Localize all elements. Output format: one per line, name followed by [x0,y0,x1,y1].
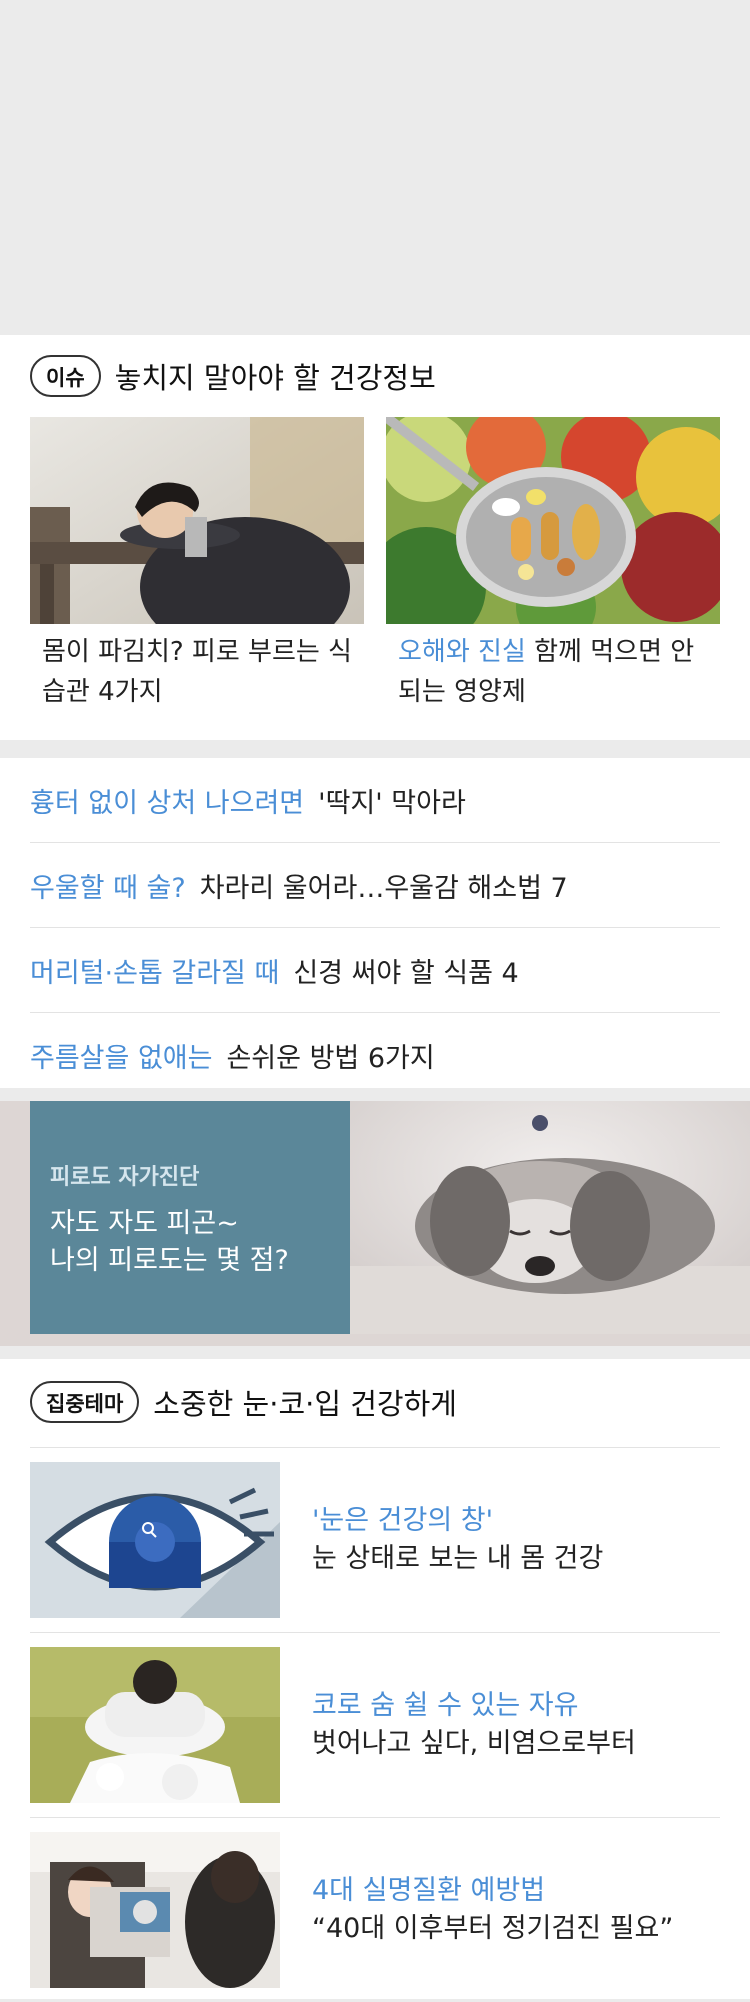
link-highlight: 주름살을 없애는 [30,1042,213,1074]
theme-item-highlight: '눈은 건강의 창' [312,1505,494,1536]
list-item[interactable]: 머리털·손톱 갈라질 때 신경 써야 할 식품 4 [30,928,720,1013]
issue-section: 이슈 놓치지 말아야 할 건강정보 몸이 파김치? 피로 부르는 식습관 4가지… [0,335,750,740]
link-highlight: 머리털·손톱 갈라질 때 [30,957,280,989]
section-divider [0,740,750,758]
theme-item-text: 눈 상태로 보는 내 몸 건강 [312,1543,604,1574]
theme-badge: 집중테마 [30,1381,140,1423]
banner-line-2: 나의 피로도는 몇 점? [50,1245,289,1276]
fatigue-test-banner[interactable]: 피로도 자가진단 자도 자도 피곤~ 나의 피로도는 몇 점? [0,1101,750,1346]
banner-text-box: 피로도 자가진단 자도 자도 피곤~ 나의 피로도는 몇 점? [30,1101,350,1334]
theme-item-eye[interactable]: '눈은 건강의 창' 눈 상태로 보는 내 몸 건강 [30,1447,720,1632]
top-empty-area [0,0,750,335]
section-divider [0,1346,750,1359]
headline-links-section: 흉터 없이 상처 나으려면 '딱지' 막아라 우울할 때 술? 차라리 울어라…… [0,758,750,1088]
issue-card-highlight: 오해와 진실 [398,637,526,667]
banner-line-1: 자도 자도 피곤~ [50,1208,239,1239]
link-highlight: 우울할 때 술? [30,872,186,904]
sleeping-dog-photo [350,1101,750,1334]
list-item[interactable]: 우울할 때 술? 차라리 울어라…우울감 해소법 7 [30,843,720,928]
issue-title: 놓치지 말아야 할 건강정보 [114,361,436,395]
theme-item-nose[interactable]: 코로 숨 쉴 수 있는 자유 벗어나고 싶다, 비염으로부터 [30,1632,720,1817]
list-item[interactable]: 흉터 없이 상처 나으려면 '딱지' 막아라 [30,758,720,843]
issue-badge: 이슈 [30,355,101,397]
theme-item-blindness[interactable]: 4대 실명질환 예방법 “40대 이후부터 정기검진 필요” [30,1817,720,2002]
issue-card-text: 몸이 파김치? 피로 부르는 식습관 4가지 [42,637,352,707]
theme-title: 소중한 눈·코·입 건강하게 [153,1387,457,1421]
link-text: 손쉬운 방법 6가지 [226,1042,435,1074]
tired-woman-photo [30,417,364,624]
theme-item-text: “40대 이후부터 정기검진 필요” [312,1913,674,1944]
theme-item-highlight: 코로 숨 쉴 수 있는 자유 [312,1690,579,1721]
banner-subtitle: 피로도 자가진단 [50,1165,200,1190]
issue-card-fatigue[interactable]: 몸이 파김치? 피로 부르는 식습관 4가지 [30,417,364,712]
link-text: '딱지' 막아라 [318,787,466,819]
link-highlight: 흉터 없이 상처 나으려면 [30,787,305,819]
theme-header: 집중테마 소중한 눈·코·입 건강하게 [30,1381,457,1423]
link-text: 차라리 울어라…우울감 해소법 7 [199,872,568,904]
tissue-person-photo [30,1647,280,1803]
vitamin-spoon-photo [386,417,720,624]
eye-exam-photo [30,1832,280,1988]
issue-card-supplements[interactable]: 오해와 진실 함께 먹으면 안 되는 영양제 [386,417,720,712]
eye-illustration [30,1462,280,1618]
theme-section: 집중테마 소중한 눈·코·입 건강하게 '눈은 건강의 창' 눈 상태로 보는 … [0,1359,750,1999]
issue-header: 이슈 놓치지 말아야 할 건강정보 [30,355,436,397]
link-text: 신경 써야 할 식품 4 [293,957,519,989]
theme-item-text: 벗어나고 싶다, 비염으로부터 [312,1728,636,1759]
list-item[interactable]: 주름살을 없애는 손쉬운 방법 6가지 [30,1013,720,1097]
theme-item-highlight: 4대 실명질환 예방법 [312,1875,546,1906]
